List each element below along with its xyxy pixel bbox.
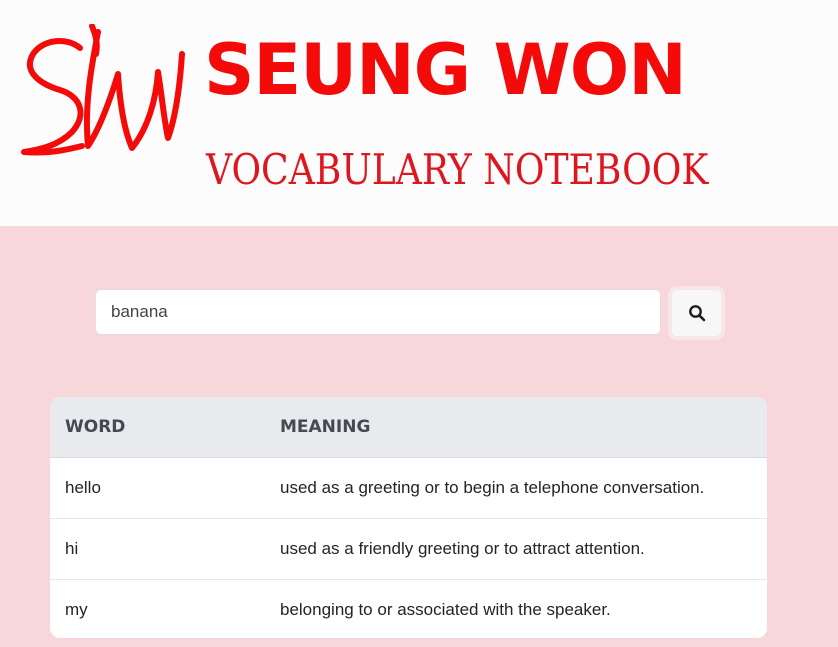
brand-subtitle: VOCABULARY NOTEBOOK [206, 145, 709, 194]
search-icon [688, 305, 705, 322]
sw-logo [21, 24, 185, 156]
word-cell: hi [65, 539, 79, 558]
table-row[interactable]: hi used as a friendly greeting or to att… [50, 519, 767, 580]
meaning-cell: belonging to or associated with the spea… [280, 600, 611, 619]
brand-title: SEUNG WON [204, 29, 687, 111]
word-cell: hello [65, 478, 101, 497]
table-row[interactable]: my belonging to or associated with the s… [50, 580, 767, 638]
table-header: WORD MEANING [50, 397, 767, 458]
table-row[interactable]: hello used as a greeting or to begin a t… [50, 458, 767, 519]
header: SEUNG WON VOCABULARY NOTEBOOK [0, 0, 838, 226]
search-input[interactable] [95, 289, 661, 335]
word-cell: my [65, 600, 88, 619]
page: SEUNG WON VOCABULARY NOTEBOOK WORD MEANI… [0, 0, 838, 647]
meaning-cell: used as a friendly greeting or to attrac… [280, 539, 645, 558]
column-header-word[interactable]: WORD [50, 417, 265, 437]
search-button[interactable] [671, 289, 722, 337]
vocabulary-table: WORD MEANING hello used as a greeting or… [50, 397, 767, 638]
meaning-cell: used as a greeting or to begin a telepho… [280, 478, 705, 497]
column-header-meaning[interactable]: MEANING [265, 417, 767, 437]
